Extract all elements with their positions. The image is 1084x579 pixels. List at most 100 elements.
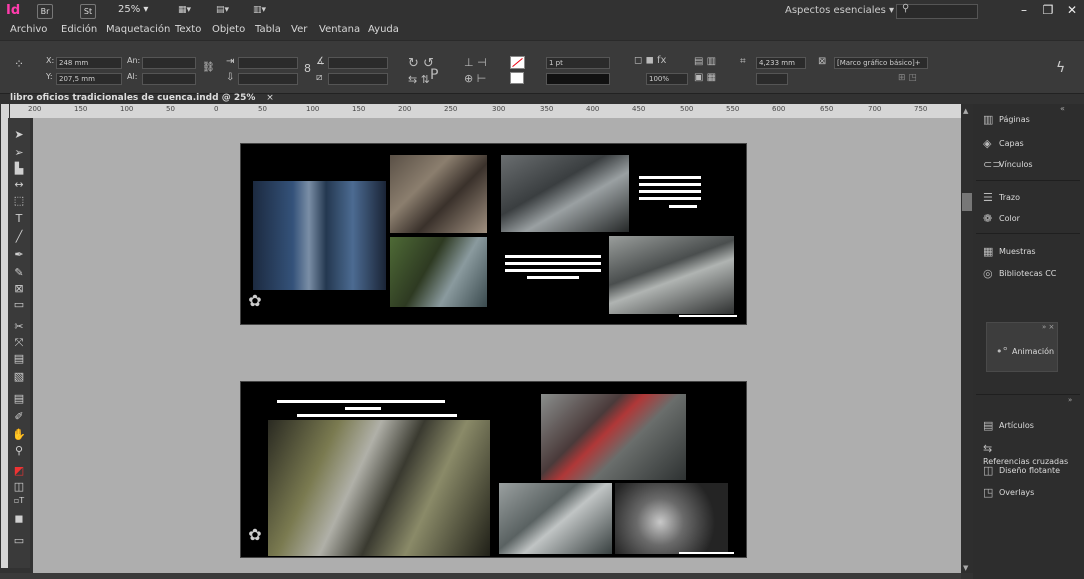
frame-fitting-icon[interactable]: ⌗ [740, 56, 746, 67]
photo-workshop-interior[interactable] [501, 155, 629, 232]
eyedropper-tool-icon[interactable]: ✐ [11, 410, 27, 424]
fill-swatch[interactable] [510, 56, 525, 69]
vertical-scrollbar[interactable] [961, 104, 973, 573]
selection-tool-icon[interactable]: ➤ [11, 128, 27, 142]
height-field[interactable] [142, 73, 196, 85]
panel-diseno-flotante[interactable]: ◫ Diseño flotante [983, 464, 1083, 482]
flip-icon[interactable]: ⇆ ⇅ [408, 73, 430, 86]
scale-y-field[interactable] [238, 73, 298, 85]
zoom-tool-icon[interactable]: ⚲ [11, 444, 27, 458]
menu-archivo[interactable]: Archivo [10, 24, 47, 35]
photo-artisan-working[interactable] [390, 237, 487, 307]
photo-workshop-tools[interactable] [390, 155, 487, 233]
stroke-weight-field[interactable]: 1 pt [546, 57, 610, 69]
frame-size-field[interactable]: 4,233 mm [756, 57, 806, 69]
maximize-button[interactable]: ❐ [1036, 2, 1060, 19]
line-tool-icon[interactable]: ╱ [11, 230, 27, 244]
scroll-down-icon[interactable]: ▼ [963, 564, 968, 572]
x-field[interactable]: 248 mm [56, 57, 122, 69]
panel-trazo[interactable]: ☰ Trazo [983, 191, 1083, 209]
apply-color-icon[interactable]: ◫ [11, 480, 27, 494]
screen-mode-icon[interactable]: ▤▾ [216, 5, 238, 16]
scissors-tool-icon[interactable]: ✂ [11, 320, 27, 334]
panel-capas[interactable]: ◈ Capas [983, 137, 1083, 155]
menu-ayuda[interactable]: Ayuda [368, 24, 399, 35]
formatting-affects-icon[interactable]: ▫T [11, 494, 27, 508]
free-transform-tool-icon[interactable]: ⤧ [11, 336, 27, 350]
photo-metal-funnels[interactable] [615, 483, 728, 554]
y-field[interactable]: 207,5 mm [56, 73, 122, 85]
rectangle-tool-icon[interactable]: ▭ [11, 298, 27, 312]
panel-vinculos[interactable]: ⊂⊃Vínculos [983, 158, 1083, 176]
menu-ventana[interactable]: Ventana [319, 24, 360, 35]
workspace-switcher[interactable]: Aspectos esenciales ▾ [785, 5, 894, 16]
gap-tool-icon[interactable]: ↔ [11, 178, 27, 192]
photo-milk-can-shelves[interactable] [268, 420, 490, 556]
clear-overrides-icon[interactable]: ⊞ ◳ [898, 73, 917, 83]
opacity-field[interactable]: 100% [646, 73, 688, 85]
page-tool-icon[interactable]: ▙ [11, 162, 27, 176]
panel-color[interactable]: ❁ Color [983, 212, 1083, 230]
shear-field[interactable] [328, 73, 388, 85]
collapse-panels-icon[interactable]: « [1060, 104, 1065, 113]
gradient-feather-tool-icon[interactable]: ▧ [11, 370, 27, 384]
panel-animacion[interactable]: •° Animación [996, 345, 1056, 363]
panel-articulos[interactable]: ▤ Artículos [983, 419, 1083, 437]
menu-texto[interactable]: Texto [175, 24, 201, 35]
document-tab-close[interactable]: × [266, 93, 274, 103]
reference-point-icon[interactable]: ⁘ [14, 57, 24, 71]
panel-muestras[interactable]: ▦ Muestras [983, 245, 1083, 263]
menu-objeto[interactable]: Objeto [212, 24, 245, 35]
constrain-proportions-icon[interactable]: ⛓ [202, 62, 215, 73]
scroll-up-icon[interactable]: ▲ [963, 107, 968, 115]
menu-ver[interactable]: Ver [291, 24, 307, 35]
expand-panel-icon[interactable]: » [1068, 396, 1072, 404]
effects-icon[interactable]: ◻ ◼ fx [634, 55, 666, 66]
fitting-icon[interactable]: ▤ ▥ [694, 56, 716, 67]
panel-paginas[interactable]: ▥ Páginas [983, 113, 1083, 131]
select-content-icon[interactable]: ⊕ ⊢ [464, 72, 486, 85]
normal-view-icon[interactable]: ◼ [11, 512, 27, 526]
menu-tabla[interactable]: Tabla [255, 24, 281, 35]
arrange-documents-icon[interactable]: ▥▾ [253, 5, 275, 16]
fit-content-icon[interactable]: ▣ ▦ [694, 72, 716, 83]
type-tool-icon[interactable]: T [11, 212, 27, 226]
menu-maquetacion[interactable]: Maquetación [106, 24, 170, 35]
panel-bibliotecas-cc[interactable]: ◎ Bibliotecas CC [983, 267, 1083, 285]
screen-mode-tool-icon[interactable]: ▭ [11, 534, 27, 548]
stock-button[interactable]: St [80, 4, 96, 19]
pencil-tool-icon[interactable]: ✎ [11, 266, 27, 280]
select-container-icon[interactable]: ⊥ ⊣ [464, 56, 487, 69]
rotation-field[interactable] [328, 57, 388, 69]
view-options-icon[interactable]: ▦▾ [178, 5, 200, 16]
note-tool-icon[interactable]: ▤ [11, 392, 27, 406]
photo-artisan-shop[interactable] [541, 394, 686, 480]
spread-1[interactable]: ✿ [240, 143, 747, 325]
zoom-level-dropdown[interactable]: 25% ▾ [118, 4, 148, 15]
link-scale-icon[interactable]: 8 [304, 62, 311, 75]
photo-forge[interactable] [609, 236, 734, 314]
width-field[interactable] [142, 57, 196, 69]
panel-overlays[interactable]: ◳ Overlays [983, 486, 1083, 504]
hand-tool-icon[interactable]: ✋ [11, 428, 27, 442]
direct-selection-tool-icon[interactable]: ➢ [11, 146, 27, 160]
minimize-button[interactable]: – [1012, 2, 1036, 19]
photo-milk-cans[interactable] [253, 181, 386, 290]
menu-edicion[interactable]: Edición [61, 24, 97, 35]
lightning-icon[interactable]: ϟ [1056, 60, 1065, 76]
content-collector-icon[interactable]: ⬚ [11, 194, 27, 208]
text-frame-icon[interactable]: P [430, 67, 438, 83]
spread-2[interactable]: ✿ [240, 381, 747, 558]
panel-referencias-cruzadas[interactable]: ⇆Referencias cruzadas [983, 442, 1083, 466]
vertical-scroll-thumb[interactable] [962, 193, 972, 211]
object-style-dropdown[interactable]: [Marco gráfico básico]+ [834, 57, 928, 69]
corner-style-dropdown[interactable] [756, 73, 788, 85]
stroke-swatch[interactable] [510, 72, 524, 84]
fill-stroke-icon[interactable]: ◩ [11, 464, 27, 478]
pen-tool-icon[interactable]: ✒ [11, 248, 27, 262]
gradient-swatch-tool-icon[interactable]: ▤ [11, 352, 27, 366]
rectangle-frame-tool-icon[interactable]: ⊠ [11, 282, 27, 296]
photo-metal-detail[interactable] [499, 483, 612, 554]
bridge-button[interactable]: Br [37, 4, 53, 19]
close-button[interactable]: ✕ [1060, 2, 1084, 19]
